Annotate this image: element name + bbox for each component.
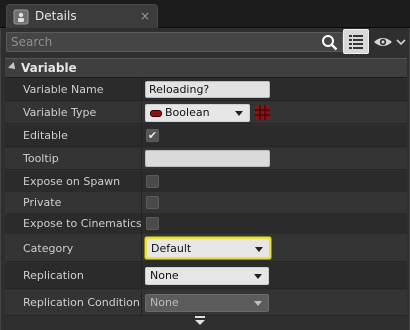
property-label: Replication	[23, 269, 84, 282]
chevron-down-icon	[235, 111, 243, 116]
property-label: Tooltip	[23, 152, 59, 165]
scroll-down-arrow-icon[interactable]	[194, 316, 206, 326]
details-info-icon	[13, 9, 29, 25]
column-divider[interactable]	[141, 192, 142, 213]
section-title: Variable	[21, 61, 77, 75]
search-icon[interactable]	[321, 34, 338, 51]
dropdown-value: Default	[151, 242, 192, 255]
eye-icon[interactable]	[372, 32, 406, 52]
property-label: Variable Name	[23, 83, 104, 96]
column-divider[interactable]	[141, 290, 142, 315]
row-replication-condition: Replication Condition None	[5, 290, 407, 316]
row-category: Category Default	[5, 234, 407, 262]
row-replication: Replication None	[5, 263, 407, 289]
editable-checkbox[interactable]: ✔	[146, 129, 159, 142]
property-label: Expose to Cinematics	[23, 217, 142, 230]
column-divider[interactable]	[141, 171, 142, 192]
category-dropdown[interactable]: Default	[145, 237, 271, 259]
expand-arrow-icon[interactable]	[8, 62, 18, 72]
chevron-down-icon	[254, 274, 262, 279]
dropdown-value: Boolean	[165, 106, 210, 119]
close-icon[interactable]: ×	[139, 8, 151, 24]
column-divider[interactable]	[141, 102, 142, 123]
replication-condition-dropdown: None	[145, 294, 269, 312]
property-label: Replication Condition	[23, 296, 140, 309]
column-divider[interactable]	[141, 79, 142, 100]
row-variable-name: Variable Name Reloading?	[5, 79, 407, 101]
row-tooltip: Tooltip	[5, 148, 407, 170]
expose-to-cinematics-checkbox[interactable]	[146, 217, 159, 230]
list-view-button[interactable]	[343, 29, 369, 54]
boolean-pin-icon	[150, 110, 162, 117]
private-checkbox[interactable]	[146, 196, 159, 209]
row-variable-type: Variable Type Boolean	[5, 102, 407, 124]
container-type-grid-icon[interactable]	[255, 105, 270, 120]
row-expose-to-cinematics: Expose to Cinematics	[5, 213, 407, 235]
property-label: Editable	[23, 129, 68, 142]
column-divider[interactable]	[141, 234, 142, 261]
tab-label: Details	[35, 9, 77, 23]
dropdown-value: None	[150, 269, 179, 282]
search-input[interactable]	[6, 32, 343, 52]
column-divider[interactable]	[141, 148, 142, 169]
row-private: Private	[5, 192, 407, 214]
property-label: Category	[23, 242, 74, 255]
property-label: Variable Type	[23, 106, 97, 119]
column-divider[interactable]	[141, 263, 142, 288]
list-view-icon	[349, 35, 363, 49]
column-divider[interactable]	[141, 213, 142, 234]
column-divider[interactable]	[141, 125, 142, 146]
row-expose-on-spawn: Expose on Spawn	[5, 171, 407, 193]
tab-bar: Details ×	[0, 0, 410, 28]
variable-type-dropdown[interactable]: Boolean	[145, 104, 250, 122]
expose-on-spawn-checkbox[interactable]	[146, 175, 159, 188]
section-header-variable[interactable]: Variable	[5, 58, 407, 78]
chevron-down-icon	[255, 247, 263, 252]
tooltip-input[interactable]	[145, 150, 270, 167]
replication-dropdown[interactable]: None	[145, 267, 269, 285]
property-label: Expose on Spawn	[23, 175, 121, 188]
tab-details[interactable]: Details ×	[6, 4, 158, 28]
variable-name-input[interactable]: Reloading?	[145, 81, 270, 98]
property-label: Private	[23, 196, 62, 209]
dropdown-value: None	[150, 296, 179, 309]
row-editable: Editable ✔	[5, 125, 407, 147]
search-row	[1, 28, 409, 58]
chevron-down-icon	[254, 301, 262, 306]
details-panel: Variable Variable Name Reloading? Variab…	[0, 28, 410, 330]
